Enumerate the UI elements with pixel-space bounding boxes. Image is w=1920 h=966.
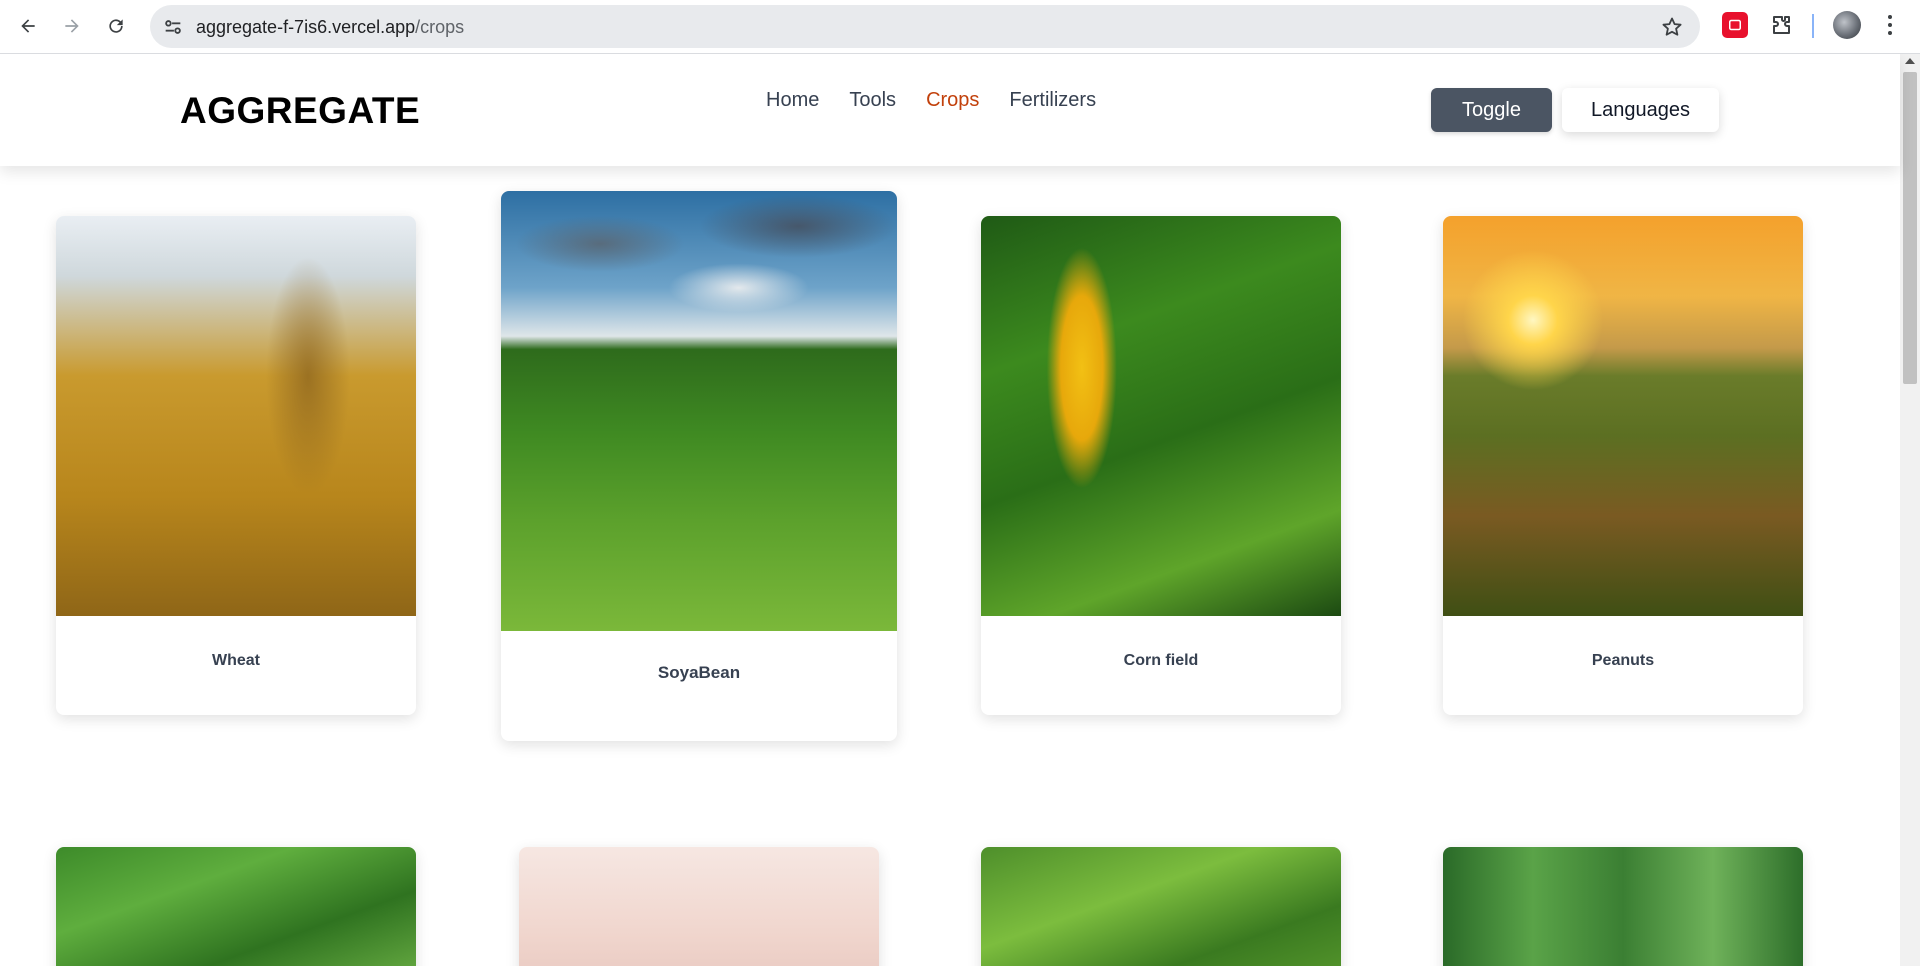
url-text[interactable]: aggregate-f-7is6.vercel.app/crops (196, 17, 464, 38)
crop-name: Peanuts (1591, 652, 1655, 669)
crop-name: Wheat (212, 652, 260, 669)
site-logo[interactable]: AGGREGATE (180, 90, 420, 132)
toggle-button[interactable]: Toggle (1431, 88, 1552, 132)
crop-card[interactable] (56, 847, 416, 966)
browser-menu-icon[interactable] (1884, 10, 1896, 40)
page-scrollbar[interactable] (1900, 54, 1920, 966)
crop-name: Corn field (1123, 652, 1199, 669)
crop-card-wheat[interactable]: Wheat (56, 216, 416, 715)
nav-fertilizers[interactable]: Fertilizers (1009, 89, 1096, 112)
profile-avatar[interactable] (1833, 11, 1861, 39)
site-info-icon[interactable] (162, 16, 184, 38)
crop-card[interactable] (519, 847, 879, 966)
crop-card-corn[interactable]: Corn field (981, 216, 1341, 715)
page-viewport: AGGREGATE Home Tools Crops Fertilizers T… (0, 54, 1920, 966)
url-host: aggregate-f-7is6.vercel.app (196, 17, 416, 37)
crop-photo (56, 847, 416, 966)
address-bar[interactable]: aggregate-f-7is6.vercel.app/crops (150, 5, 1700, 48)
languages-button[interactable]: Languages (1562, 88, 1719, 132)
corn-photo (981, 216, 1341, 616)
crop-photo (519, 847, 879, 966)
crop-card[interactable] (1443, 847, 1803, 966)
crop-card-soyabean[interactable]: SoyaBean (501, 191, 897, 741)
url-path: /crops (415, 17, 465, 37)
site-header: AGGREGATE Home Tools Crops Fertilizers T… (0, 54, 1900, 166)
peanuts-photo (1443, 216, 1803, 616)
crop-photo (981, 847, 1341, 966)
toolbar-divider (1812, 14, 1814, 38)
wheat-photo (56, 216, 416, 616)
scroll-up-arrow-icon[interactable] (1905, 58, 1915, 64)
soyabean-photo (501, 191, 897, 631)
browser-toolbar: aggregate-f-7is6.vercel.app/crops (0, 0, 1920, 54)
extensions-puzzle-icon[interactable] (1768, 12, 1794, 38)
crop-name: SoyaBean (657, 663, 741, 682)
crop-card[interactable] (981, 847, 1341, 966)
scrollbar-thumb[interactable] (1903, 72, 1917, 384)
back-arrow-icon[interactable] (12, 10, 44, 42)
nav-tools[interactable]: Tools (849, 89, 896, 112)
forward-arrow-icon[interactable] (56, 10, 88, 42)
nav-crops[interactable]: Crops (926, 89, 979, 112)
extension-icon[interactable] (1722, 12, 1748, 38)
nav-home[interactable]: Home (766, 89, 819, 112)
crop-card-peanuts[interactable]: Peanuts (1443, 216, 1803, 715)
crop-photo (1443, 847, 1803, 966)
reload-icon[interactable] (100, 10, 132, 42)
bookmark-star-icon[interactable] (1660, 15, 1684, 39)
main-nav: Home Tools Crops Fertilizers (766, 89, 1096, 112)
